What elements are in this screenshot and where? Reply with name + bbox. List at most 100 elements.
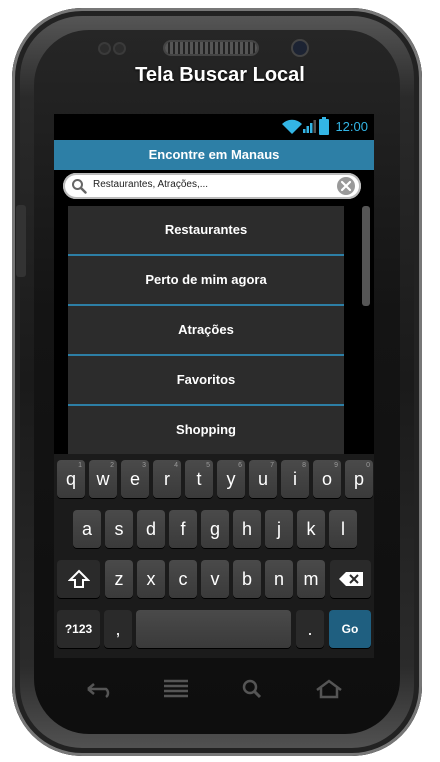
- soft-keyboard: ?123 , . Go q1w2e3r4t5y6u7i8o9p0asdfghjk…: [54, 454, 374, 658]
- key-letter: f: [180, 519, 186, 539]
- key-letter: r: [164, 469, 170, 489]
- key-letter: d: [145, 519, 156, 539]
- period-key[interactable]: .: [296, 610, 324, 648]
- key-hint: 0: [366, 462, 370, 469]
- key-q[interactable]: q1: [57, 460, 85, 498]
- list-item-shopping[interactable]: Shopping: [68, 406, 344, 456]
- key-i[interactable]: i8: [281, 460, 309, 498]
- key-letter: c: [178, 569, 188, 589]
- key-hint: 3: [142, 462, 146, 469]
- key-letter: q: [65, 469, 76, 489]
- back-icon[interactable]: [78, 678, 118, 700]
- search-icon: [72, 179, 87, 194]
- key-p[interactable]: p0: [345, 460, 373, 498]
- key-letter: a: [81, 519, 92, 539]
- device-screen: 12:00 Encontre em Manaus Restaurantes, A…: [54, 114, 374, 658]
- key-k[interactable]: k: [297, 510, 325, 548]
- key-s[interactable]: s: [105, 510, 133, 548]
- status-clock: 12:00: [335, 119, 368, 134]
- key-v[interactable]: v: [201, 560, 229, 598]
- key-letter: w: [96, 469, 110, 489]
- symbols-key[interactable]: ?123: [57, 610, 100, 648]
- key-letter: m: [303, 569, 319, 589]
- key-l[interactable]: l: [329, 510, 357, 548]
- search-hardware-icon[interactable]: [232, 678, 272, 700]
- shift-key[interactable]: [57, 560, 100, 598]
- key-c[interactable]: c: [169, 560, 197, 598]
- wifi-icon: [282, 119, 302, 134]
- key-z[interactable]: z: [105, 560, 133, 598]
- comma-key[interactable]: ,: [104, 610, 132, 648]
- key-e[interactable]: e3: [121, 460, 149, 498]
- status-bar: 12:00: [54, 114, 374, 139]
- go-key[interactable]: Go: [329, 610, 371, 648]
- key-a[interactable]: a: [73, 510, 101, 548]
- key-hint: 8: [302, 462, 306, 469]
- signal-icon: [303, 120, 316, 133]
- list-item-restaurantes[interactable]: Restaurantes: [68, 206, 344, 256]
- earpiece-speaker: [165, 42, 257, 54]
- key-letter: y: [226, 469, 236, 489]
- search-value: Restaurantes, Atrações,...: [93, 179, 209, 190]
- key-hint: 7: [270, 462, 274, 469]
- key-g[interactable]: g: [201, 510, 229, 548]
- list-item-favoritos[interactable]: Favoritos: [68, 356, 344, 406]
- key-hint: 4: [174, 462, 178, 469]
- key-u[interactable]: u7: [249, 460, 277, 498]
- search-input[interactable]: Restaurantes, Atrações,...: [63, 173, 361, 199]
- shift-icon: [67, 569, 90, 588]
- key-r[interactable]: r4: [153, 460, 181, 498]
- space-key[interactable]: [136, 610, 291, 648]
- key-x[interactable]: x: [137, 560, 165, 598]
- home-icon[interactable]: [309, 678, 349, 700]
- key-b[interactable]: b: [233, 560, 261, 598]
- key-letter: v: [210, 569, 220, 589]
- list-item-atracoes[interactable]: Atrações: [68, 306, 344, 356]
- key-letter: h: [241, 519, 252, 539]
- key-letter: n: [273, 569, 284, 589]
- key-letter: b: [241, 569, 252, 589]
- key-d[interactable]: d: [137, 510, 165, 548]
- key-letter: p: [353, 469, 364, 489]
- key-letter: l: [341, 519, 345, 539]
- list-scrollbar[interactable]: [362, 206, 370, 306]
- key-hint: 9: [334, 462, 338, 469]
- key-letter: i: [293, 469, 297, 489]
- key-letter: t: [196, 469, 202, 489]
- key-h[interactable]: h: [233, 510, 261, 548]
- battery-icon: [319, 117, 329, 135]
- key-letter: g: [209, 519, 220, 539]
- key-letter: s: [114, 519, 124, 539]
- key-letter: x: [146, 569, 156, 589]
- backspace-icon: [338, 572, 363, 586]
- key-letter: k: [306, 519, 316, 539]
- menu-icon[interactable]: [156, 678, 196, 700]
- key-w[interactable]: w2: [89, 460, 117, 498]
- key-y[interactable]: y6: [217, 460, 245, 498]
- light-sensor: [115, 44, 124, 53]
- key-f[interactable]: f: [169, 510, 197, 548]
- key-hint: 6: [238, 462, 242, 469]
- key-n[interactable]: n: [265, 560, 293, 598]
- key-t[interactable]: t5: [185, 460, 213, 498]
- key-letter: e: [129, 469, 140, 489]
- key-hint: 2: [110, 462, 114, 469]
- volume-button: [16, 205, 26, 277]
- front-camera: [293, 41, 307, 55]
- key-o[interactable]: o9: [313, 460, 341, 498]
- key-m[interactable]: m: [297, 560, 325, 598]
- key-letter: o: [321, 469, 332, 489]
- key-j[interactable]: j: [265, 510, 293, 548]
- hardware-nav-bar: [54, 670, 374, 710]
- proximity-sensor: [100, 44, 109, 53]
- suggestion-list: Restaurantes Perto de mim agora Atrações…: [68, 206, 344, 456]
- key-hint: 1: [78, 462, 82, 469]
- key-hint: 5: [206, 462, 210, 469]
- search-bar: Restaurantes, Atrações,...: [54, 170, 374, 206]
- key-letter: j: [277, 519, 281, 539]
- key-letter: u: [257, 469, 268, 489]
- list-item-perto-de-mim[interactable]: Perto de mim agora: [68, 256, 344, 306]
- clear-search-icon[interactable]: [336, 176, 356, 196]
- backspace-key[interactable]: [330, 560, 371, 598]
- page-title: Tela Buscar Local: [135, 64, 305, 86]
